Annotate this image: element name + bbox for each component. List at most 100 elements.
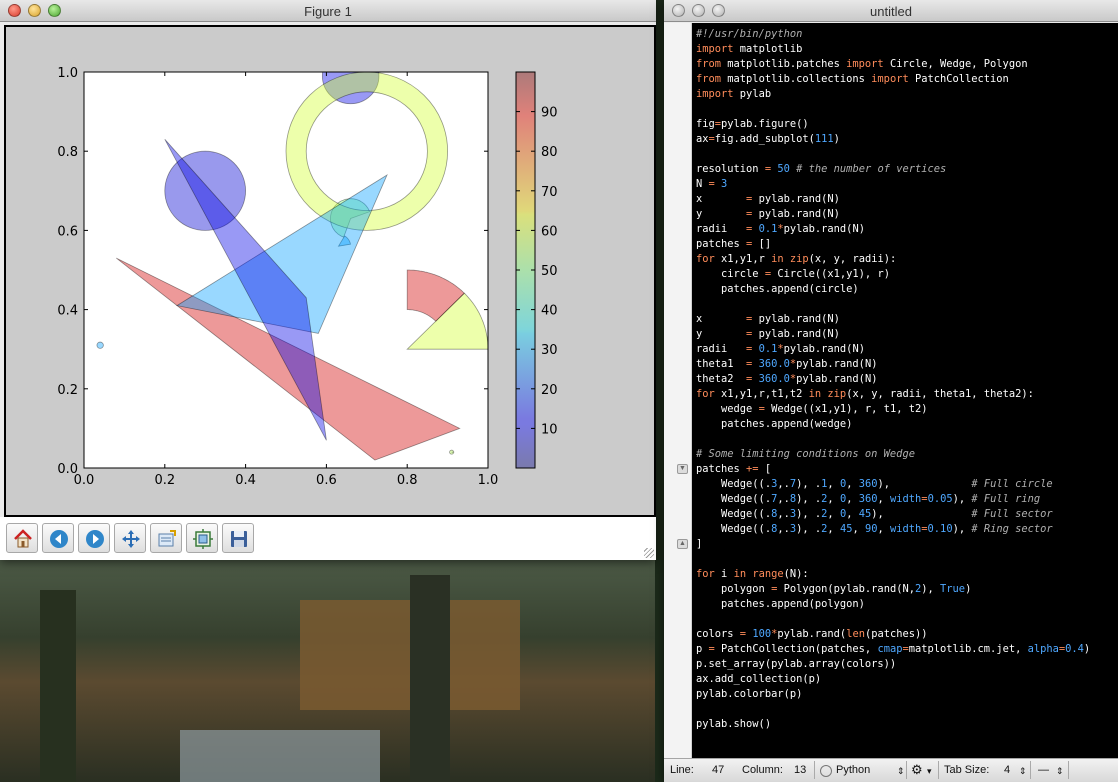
code-line[interactable]: resolution = 50 # the number of vertices xyxy=(696,162,1090,177)
code-token: pylab.rand(N) xyxy=(752,208,840,220)
code-line[interactable]: patches += [ xyxy=(696,462,1090,477)
code-token: , xyxy=(827,493,840,505)
tab-size-value[interactable]: 4 xyxy=(1004,764,1010,776)
forward-button[interactable] xyxy=(78,523,110,553)
code-token: [ xyxy=(758,463,772,475)
x-tick-label: 0.4 xyxy=(235,473,256,488)
code-token: for xyxy=(696,388,715,400)
code-token: ,. xyxy=(777,493,790,505)
subplots-icon xyxy=(193,529,213,549)
code-line[interactable]: for x1,y1,r in zip(x, y, radii): xyxy=(696,252,1090,267)
language-chevron-icon[interactable]: ⇕ xyxy=(897,766,905,777)
figure-titlebar[interactable]: Figure 1 xyxy=(0,0,656,22)
code-line[interactable]: for i in range(N): xyxy=(696,567,1090,582)
code-token: patches.append(wedge) xyxy=(696,418,853,430)
code-line[interactable]: polygon = Polygon(pylab.rand(N,2), True) xyxy=(696,582,1090,597)
code-line[interactable]: Wedge((.3,.7), .1, 0, 360), # Full circl… xyxy=(696,477,1090,492)
code-line[interactable]: Wedge((.8,.3), .2, 0, 45), # Full sector xyxy=(696,507,1090,522)
code-text[interactable]: #!/usr/bin/python import matplotlib from m… xyxy=(696,27,1090,732)
code-line[interactable]: patches.append(circle) xyxy=(696,282,1090,297)
code-line[interactable]: patches.append(polygon) xyxy=(696,597,1090,612)
code-line[interactable]: theta1 = 360.0*pylab.rand(N) xyxy=(696,357,1090,372)
code-token: zip xyxy=(827,388,847,400)
code-line[interactable]: pylab.colorbar(p) xyxy=(696,687,1090,702)
code-token: radii xyxy=(696,343,747,355)
settings-gear-icon[interactable]: ⚙ xyxy=(911,762,923,778)
code-line[interactable]: p.set_array(pylab.array(colors)) xyxy=(696,657,1090,672)
code-line[interactable]: ​ xyxy=(696,552,1090,567)
code-line[interactable]: for x1,y1,r,t1,t2 in zip(x, y, radii, th… xyxy=(696,387,1090,402)
floppy-disk-icon xyxy=(231,531,247,547)
code-line[interactable]: circle = Circle((x1,y1), r) xyxy=(696,267,1090,282)
code-token: pylab xyxy=(733,88,772,100)
code-line[interactable]: ​ xyxy=(696,702,1090,717)
code-line[interactable]: import pylab xyxy=(696,87,1090,102)
code-token: import xyxy=(871,73,909,85)
code-token: matplotlib xyxy=(733,43,803,55)
code-line[interactable]: Wedge((.8,.3), .2, 45, 90, width=0.10), … xyxy=(696,522,1090,537)
code-line[interactable]: patches = [] xyxy=(696,237,1090,252)
code-token: ) xyxy=(965,583,972,595)
code-line[interactable]: x = pylab.rand(N) xyxy=(696,312,1090,327)
home-button[interactable] xyxy=(6,523,38,553)
code-token: p xyxy=(696,643,709,655)
code-editor[interactable]: #!/usr/bin/python import matplotlib from m… xyxy=(692,23,1118,761)
code-line[interactable]: ​ xyxy=(696,432,1090,447)
code-line[interactable]: ] xyxy=(696,537,1090,552)
code-line[interactable]: #!/usr/bin/python xyxy=(696,27,1090,42)
code-token: from xyxy=(696,58,722,70)
zoom-rect-button[interactable] xyxy=(150,523,182,553)
symbol-chevron-icon[interactable]: ⇕ xyxy=(1056,766,1064,777)
code-line[interactable]: p = PatchCollection(patches, cmap=matplo… xyxy=(696,642,1090,657)
code-token: x1,y1,r xyxy=(714,253,772,265)
fold-close-icon[interactable]: ▲ xyxy=(677,539,688,549)
code-token: pylab.rand(N) xyxy=(796,358,878,370)
code-token: 360.0 xyxy=(758,358,790,370)
code-line[interactable]: from matplotlib.patches import Circle, W… xyxy=(696,57,1090,72)
code-line[interactable]: ​ xyxy=(696,102,1090,117)
code-line[interactable]: ax.add_collection(p) xyxy=(696,672,1090,687)
code-line[interactable]: Wedge((.7,.8), .2, 0, 360, width=0.05), … xyxy=(696,492,1090,507)
code-line[interactable]: ​ xyxy=(696,612,1090,627)
figure-canvas[interactable]: 0.0 0.2 0.4 0.6 0.8 1.0 0.0 0.2 0.4 0.6 0.8 1.0 10 20… xyxy=(4,25,656,517)
code-token: ), . xyxy=(796,523,822,535)
editor-titlebar[interactable]: untitled xyxy=(664,0,1118,22)
code-token: ax xyxy=(696,133,709,145)
code-line[interactable]: ax=fig.add_subplot(111) xyxy=(696,132,1090,147)
code-line[interactable]: theta2 = 360.0*pylab.rand(N) xyxy=(696,372,1090,387)
language-select[interactable]: Python xyxy=(836,764,870,776)
code-line[interactable]: patches.append(wedge) xyxy=(696,417,1090,432)
code-token: pylab.figure() xyxy=(721,118,809,130)
code-line[interactable]: ​ xyxy=(696,147,1090,162)
fold-open-icon[interactable]: ▼ xyxy=(677,464,688,474)
save-button[interactable] xyxy=(222,523,254,553)
code-token: 360 xyxy=(858,493,878,505)
code-token: 360.0 xyxy=(758,373,790,385)
code-line[interactable]: radii = 0.1*pylab.rand(N) xyxy=(696,342,1090,357)
code-line[interactable]: # Some limiting conditions on Wedge xyxy=(696,447,1090,462)
code-line[interactable]: x = pylab.rand(N) xyxy=(696,192,1090,207)
subplots-button[interactable] xyxy=(186,523,218,553)
code-line[interactable]: fig=pylab.figure() xyxy=(696,117,1090,132)
symbol-select[interactable]: — xyxy=(1038,764,1049,776)
code-line[interactable]: pylab.show() xyxy=(696,717,1090,732)
code-line[interactable]: y = pylab.rand(N) xyxy=(696,327,1090,342)
code-line[interactable]: y = pylab.rand(N) xyxy=(696,207,1090,222)
pan-button[interactable] xyxy=(114,523,146,553)
code-token: pylab.rand(N) xyxy=(783,223,865,235)
code-token: ), xyxy=(871,508,972,520)
code-line[interactable]: ​ xyxy=(696,297,1090,312)
code-line[interactable]: import matplotlib xyxy=(696,42,1090,57)
back-button[interactable] xyxy=(42,523,74,553)
code-line[interactable]: wedge = Wedge((x1,y1), r, t1, t2) xyxy=(696,402,1090,417)
resize-grip[interactable] xyxy=(644,548,654,558)
code-line[interactable]: radii = 0.1*pylab.rand(N) xyxy=(696,222,1090,237)
editor-window: untitled ▼ ▲ #!/usr/bin/python import mat… xyxy=(664,0,1118,782)
code-line[interactable]: N = 3 xyxy=(696,177,1090,192)
tab-size-label[interactable]: Tab Size: xyxy=(944,764,989,776)
settings-chevron-icon[interactable]: ▾ xyxy=(927,766,932,777)
code-line[interactable]: from matplotlib.collections import Patch… xyxy=(696,72,1090,87)
tab-size-chevron-icon[interactable]: ⇕ xyxy=(1019,766,1027,777)
code-line[interactable]: colors = 100*pylab.rand(len(patches)) xyxy=(696,627,1090,642)
y-tick-label: 0.4 xyxy=(57,304,78,319)
